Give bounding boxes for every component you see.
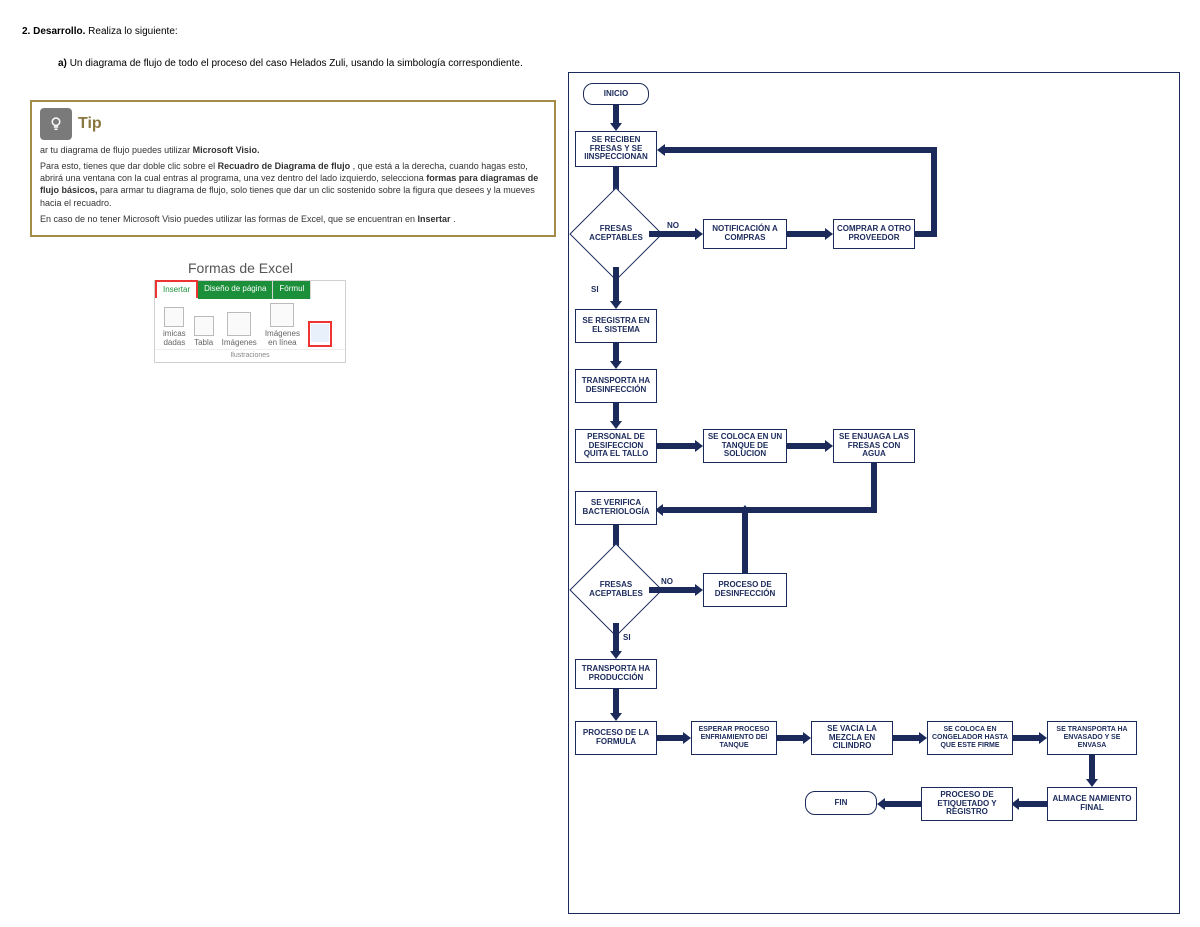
node-reciben: SE RECIBEN FRESAS Y SE IINSPECCIONAN bbox=[575, 131, 657, 167]
excel-caption: Formas de Excel bbox=[188, 260, 293, 276]
ribbon-btn-shapes[interactable] bbox=[308, 321, 332, 347]
node-formula: PROCESO DE LA FORMULA bbox=[575, 721, 657, 755]
tip-line-3: En caso de no tener Microsoft Visio pued… bbox=[40, 213, 546, 225]
node-almacen: ALMACE NAMIENTO FINAL bbox=[1047, 787, 1137, 821]
node-registra: SE REGISTRA EN EL SISTEMA bbox=[575, 309, 657, 343]
ribbon-tabla: Tabla bbox=[194, 338, 213, 347]
tip-3b: Insertar bbox=[418, 214, 451, 224]
ribbon-btn-images[interactable]: Imágenes bbox=[222, 312, 257, 347]
node-esperar: ESPERAR PROCESO ENFRIAMIENTO DEl TANQUE bbox=[691, 721, 777, 755]
question-label: a) bbox=[58, 58, 67, 69]
picture-online-icon bbox=[270, 303, 294, 327]
ribbon-dyn2: dadas bbox=[163, 338, 185, 347]
section-tail: Realiza lo siguiente: bbox=[88, 26, 178, 37]
grid-icon bbox=[194, 316, 214, 336]
tip-1b: Microsoft Visio. bbox=[193, 145, 260, 155]
node-notificacion: NOTIFICACIÓN A COMPRAS bbox=[703, 219, 787, 249]
section-title: Desarrollo. bbox=[33, 26, 85, 37]
ribbon-tab-design[interactable]: Diseño de página bbox=[198, 281, 273, 299]
ribbon-tab-formulas[interactable]: Fórmul bbox=[273, 281, 311, 299]
tip-2a: Para esto, tienes que dar doble clic sob… bbox=[40, 161, 218, 171]
tip-3a: En caso de no tener Microsoft Visio pued… bbox=[40, 214, 418, 224]
node-dec2-text: FRESAS ACEPTABLES bbox=[583, 557, 649, 623]
excel-ribbon: Insertar Diseño de página Fórmul imicas … bbox=[154, 280, 346, 363]
node-transporta-envasa: SE TRANSPORTA HA ENVASADO Y SE ENVASA bbox=[1047, 721, 1137, 755]
node-inicio: INICIO bbox=[583, 83, 649, 105]
ribbon-imgol2: en línea bbox=[268, 338, 296, 347]
lightbulb-icon bbox=[40, 108, 72, 140]
node-coloca-solucion: SE COLOCA EN UN TANQUE DE SOLUCION bbox=[703, 429, 787, 463]
label-si-1: SI bbox=[591, 285, 599, 294]
ribbon-imgol1: Imágenes bbox=[265, 329, 300, 338]
node-decision-2: FRESAS ACEPTABLES bbox=[583, 557, 649, 623]
tip-1a: ar tu diagrama de flujo puedes utilizar bbox=[40, 145, 193, 155]
node-vacia: SE VACIA LA MEZCLA EN CILINDRO bbox=[811, 721, 893, 755]
table-icon bbox=[164, 307, 184, 327]
node-decision-1: FRESAS ACEPTABLES bbox=[583, 201, 649, 267]
shapes-icon bbox=[311, 324, 329, 342]
node-etiquetado: PROCESO DE ETIQUETADO Y REGISTRO bbox=[921, 787, 1013, 821]
section-header: 2. Desarrollo. Realiza lo siguiente: bbox=[22, 26, 178, 37]
ribbon-tab-insert[interactable]: Insertar bbox=[155, 280, 198, 298]
node-enjuaga: SE ENJUAGA LAS FRESAS CON AGUA bbox=[833, 429, 915, 463]
node-transporta-desinf: TRANSPORTA HA DESINFECCIÓN bbox=[575, 369, 657, 403]
ribbon-img: Imágenes bbox=[222, 338, 257, 347]
node-comprar: COMPRAR A OTRO PROVEEDOR bbox=[833, 219, 915, 249]
node-verifica: SE VERIFICA BACTERIOLOGÍA bbox=[575, 491, 657, 525]
ribbon-group-label: Ilustraciones bbox=[155, 349, 345, 362]
node-dec1-text: FRESAS ACEPTABLES bbox=[583, 201, 649, 267]
label-no-1: NO bbox=[667, 221, 679, 230]
tip-2e: para armar tu diagrama de flujo, solo ti… bbox=[40, 185, 535, 207]
tip-line-1: ar tu diagrama de flujo puedes utilizar … bbox=[40, 144, 546, 156]
label-si-2: SI bbox=[623, 633, 631, 642]
ribbon-btn-images-online[interactable]: Imágenes en línea bbox=[265, 303, 300, 347]
ribbon-btn-dynamic-tables[interactable]: imicas dadas bbox=[163, 307, 186, 347]
node-transporta-prod: TRANSPORTA HA PRODUCCIÓN bbox=[575, 659, 657, 689]
tip-line-2: Para esto, tienes que dar doble clic sob… bbox=[40, 160, 546, 209]
tip-title: Tip bbox=[78, 113, 102, 135]
tip-3c: . bbox=[453, 214, 456, 224]
node-personal: PERSONAL DE DESIFECCION QUITA EL TALLO bbox=[575, 429, 657, 463]
question-text: Un diagrama de flujo de todo el proceso … bbox=[70, 58, 523, 69]
label-no-2: NO bbox=[661, 577, 673, 586]
section-number: 2. bbox=[22, 26, 30, 37]
node-congelador: SE COLOCA EN CONGELADOR HASTA QUE ESTE F… bbox=[927, 721, 1013, 755]
node-fin: FIN bbox=[805, 791, 877, 815]
question-a: a) Un diagrama de flujo de todo el proce… bbox=[58, 58, 523, 69]
ribbon-dyn1: imicas bbox=[163, 329, 186, 338]
tip-callout: Tip ar tu diagrama de flujo puedes utili… bbox=[30, 100, 556, 237]
flowchart-panel: INICIO SE RECIBEN FRESAS Y SE IINSPECCIO… bbox=[568, 72, 1180, 914]
ribbon-btn-table[interactable]: Tabla bbox=[194, 316, 214, 347]
tip-2b: Recuadro de Diagrama de flujo bbox=[218, 161, 351, 171]
node-proceso-desinf: PROCESO DE DESINFECCIÓN bbox=[703, 573, 787, 607]
picture-icon bbox=[227, 312, 251, 336]
